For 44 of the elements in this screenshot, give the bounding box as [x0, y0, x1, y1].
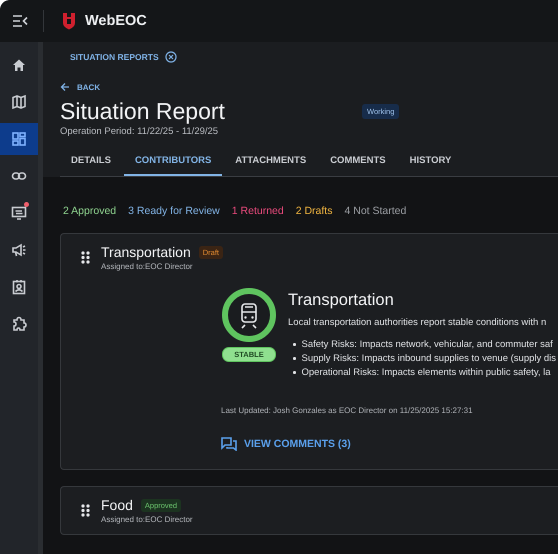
status-count: 2 Drafts — [296, 205, 332, 217]
drag-handle-icon — [81, 504, 90, 517]
map-icon — [11, 94, 27, 110]
sidebar-item[interactable] — [0, 123, 38, 155]
card-title: Food — [101, 497, 133, 513]
bullet-icon — [293, 343, 296, 346]
assigned-to: Assigned to:EOC Director — [101, 262, 194, 271]
section-title: Transportation — [288, 291, 395, 310]
bullet-text: Supply Risks: Impacts inbound supplies to venue (supply dis — [302, 353, 556, 364]
bullet-icon — [293, 371, 296, 374]
status-count: 3 Ready for Review — [128, 205, 220, 217]
shield-logo-icon — [62, 12, 76, 30]
status-count: 2 Approved — [63, 205, 116, 217]
last-updated-text: Last Updated: Josh Gonzales as EOC Director on 11/25/2025 15:27:31 — [221, 406, 474, 415]
bullet-text: Safety Risks: Impacts network, vehicular, and commuter saf — [302, 339, 553, 350]
megaphone-icon — [11, 242, 27, 258]
description-text: Local transportation authorities report stable conditions with n — [288, 317, 548, 328]
bullet-text: Operational Risks: Impacts elements within public safety, la — [302, 367, 551, 378]
view-comments-link[interactable]: VIEW COMMENTS (3) — [221, 437, 558, 451]
operation-period: Operation Period: 11/22/25 - 11/29/25 — [60, 126, 220, 137]
status-count: 1 Returned — [232, 205, 284, 217]
assigned-to: Assigned to:EOC Director — [101, 515, 193, 524]
app-title: WebEOC — [85, 13, 147, 29]
train-status-icon — [221, 287, 277, 343]
home-icon — [11, 57, 27, 73]
tab[interactable]: DETAILS — [60, 148, 122, 176]
monitor-icon — [11, 205, 27, 221]
dashboard-icon — [11, 131, 27, 147]
tab[interactable]: HISTORY — [398, 148, 462, 176]
back-link[interactable]: BACK — [60, 82, 558, 92]
card-title: Transportation — [101, 244, 191, 260]
comments-icon — [221, 437, 237, 451]
puzzle-icon — [11, 316, 27, 332]
tab[interactable]: ATTACHMENTS — [224, 148, 318, 176]
breadcrumb-link[interactable]: SITUATION REPORTS — [70, 52, 159, 62]
close-icon — [164, 51, 177, 63]
menu-icon — [12, 14, 28, 28]
status-count: 4 Not Started — [344, 205, 406, 217]
page-title: Situation Report — [60, 98, 226, 125]
contact-icon — [11, 279, 27, 295]
tab[interactable]: COMMENTS — [319, 148, 397, 176]
back-arrow-icon — [60, 82, 70, 92]
drag-handle-icon — [81, 251, 90, 264]
bullet-icon — [293, 357, 296, 360]
